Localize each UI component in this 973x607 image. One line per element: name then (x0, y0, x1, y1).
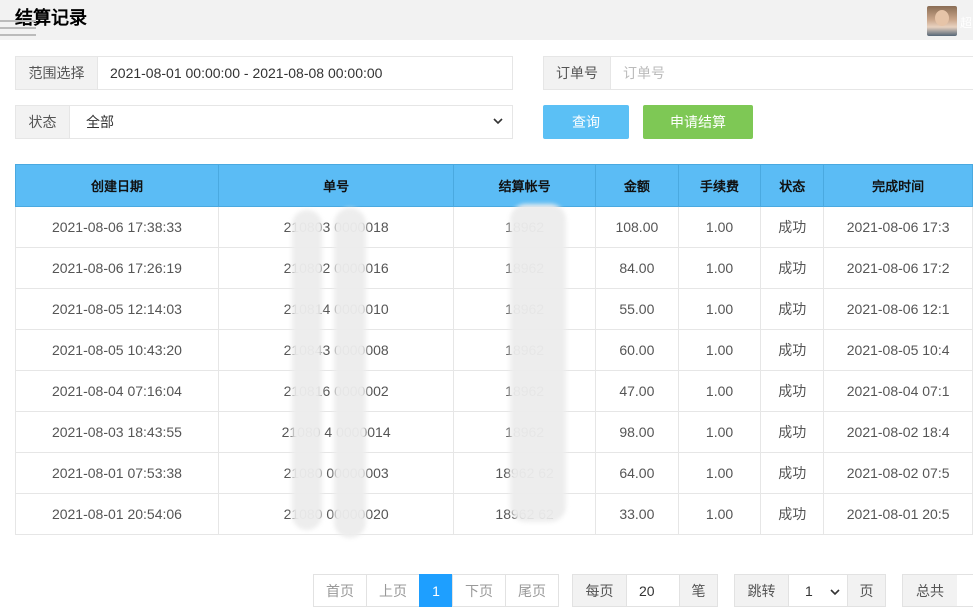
cell-fee: 1.00 (677, 288, 762, 330)
column-header-fee[interactable]: 手续费 (677, 164, 762, 207)
total-label: 总共 (903, 575, 957, 606)
table-row: 2021-08-03 18:43:55 21080 4 0000014 1896… (15, 411, 973, 453)
cell-status: 成功 (760, 411, 825, 453)
query-button[interactable]: 查询 (543, 105, 629, 139)
column-header-created[interactable]: 创建日期 (15, 164, 219, 207)
cell-status: 成功 (760, 329, 825, 371)
table-row: 2021-08-05 10:43:20 210843 0000008 18962… (15, 329, 973, 371)
cell-status: 成功 (760, 206, 825, 248)
column-header-finished[interactable]: 完成时间 (823, 164, 973, 207)
cell-created: 2021-08-05 10:43:20 (15, 329, 219, 371)
cell-finished: 2021-08-06 17:3 (823, 206, 973, 248)
order-number-input[interactable]: 订单号 (611, 63, 665, 83)
cell-status: 成功 (760, 452, 825, 494)
per-page-input[interactable]: 20 (626, 575, 680, 606)
cell-amount: 64.00 (594, 452, 679, 494)
column-header-account[interactable]: 结算帐号 (453, 164, 596, 207)
cell-amount: 108.00 (594, 206, 679, 248)
cell-status: 成功 (760, 288, 825, 330)
table-header-row: 创建日期 单号 结算帐号 金额 手续费 状态 完成时间 (15, 164, 973, 207)
cell-amount: 60.00 (594, 329, 679, 371)
cell-fee: 1.00 (677, 370, 762, 412)
cell-amount: 84.00 (594, 247, 679, 289)
jump-label: 跳转 (735, 575, 788, 606)
apply-settlement-button[interactable]: 申请结算 (643, 105, 753, 139)
cell-fee: 1.00 (677, 247, 762, 289)
chevron-down-icon (830, 589, 840, 596)
pagination: 首页 上页 1 下页 尾页 (313, 574, 559, 607)
jump-unit: 页 (848, 575, 885, 606)
cell-finished: 2021-08-01 20:5 (823, 493, 973, 535)
order-number-field[interactable]: 订单号 订单号 (543, 56, 973, 90)
table-row: 2021-08-06 17:26:19 210802 0000016 18962… (15, 247, 973, 289)
cell-finished: 2021-08-02 07:5 (823, 452, 973, 494)
cell-created: 2021-08-05 12:14:03 (15, 288, 219, 330)
cell-created: 2021-08-03 18:43:55 (15, 411, 219, 453)
status-label: 状态 (16, 106, 70, 138)
avatar[interactable] (927, 6, 957, 36)
cell-fee: 1.00 (677, 493, 762, 535)
cell-created: 2021-08-06 17:38:33 (15, 206, 219, 248)
cell-created: 2021-08-01 07:53:38 (15, 452, 219, 494)
date-range-input[interactable]: 2021-08-01 00:00:00 - 2021-08-08 00:00:0… (98, 65, 382, 81)
cell-status: 成功 (760, 370, 825, 412)
cell-status: 成功 (760, 493, 825, 535)
table-row: 2021-08-01 20:54:06 21080 00000020 18962… (15, 493, 973, 535)
cell-finished: 2021-08-05 10:4 (823, 329, 973, 371)
cell-created: 2021-08-01 20:54:06 (15, 493, 219, 535)
cell-finished: 2021-08-02 18:4 (823, 411, 973, 453)
total-group: 总共 (902, 574, 973, 607)
next-page-button[interactable]: 下页 (452, 574, 506, 607)
first-page-button[interactable]: 首页 (313, 574, 367, 607)
cell-status: 成功 (760, 247, 825, 289)
cell-amount: 55.00 (594, 288, 679, 330)
cell-fee: 1.00 (677, 206, 762, 248)
jump-page-group: 跳转 1 页 (734, 574, 886, 607)
per-page-unit: 笔 (680, 575, 717, 606)
status-selected-value: 全部 (86, 114, 114, 130)
cell-amount: 33.00 (594, 493, 679, 535)
cell-amount: 98.00 (594, 411, 679, 453)
cell-fee: 1.00 (677, 329, 762, 371)
chevron-down-icon (493, 118, 503, 125)
jump-page-select[interactable]: 1 (788, 575, 848, 606)
cell-fee: 1.00 (677, 452, 762, 494)
date-range-field[interactable]: 范围选择 2021-08-01 00:00:00 - 2021-08-08 00… (15, 56, 513, 90)
column-header-amount[interactable]: 金额 (594, 164, 679, 207)
cell-fee: 1.00 (677, 411, 762, 453)
order-number-label: 订单号 (544, 57, 611, 89)
column-header-status[interactable]: 状态 (760, 164, 825, 207)
settlement-table: 创建日期 单号 结算帐号 金额 手续费 状态 完成时间 2021-08-06 1… (15, 164, 973, 535)
cell-created: 2021-08-06 17:26:19 (15, 247, 219, 289)
cell-amount: 47.00 (594, 370, 679, 412)
menu-icon[interactable] (0, 20, 36, 42)
redaction-blur (292, 210, 322, 530)
jump-page-value: 1 (805, 582, 813, 599)
cell-finished: 2021-08-06 12:1 (823, 288, 973, 330)
table-row: 2021-08-05 12:14:03 210814 0000010 18962… (15, 288, 973, 330)
per-page-group: 每页 20 笔 (572, 574, 718, 607)
last-page-button[interactable]: 尾页 (505, 574, 559, 607)
status-select[interactable]: 状态 全部 (15, 105, 513, 139)
user-name[interactable]: 超 (960, 14, 972, 31)
date-range-label: 范围选择 (16, 57, 98, 89)
table-row: 2021-08-04 07:16:04 210816 0000002 18962… (15, 370, 973, 412)
column-header-order[interactable]: 单号 (217, 164, 455, 207)
table-row: 2021-08-06 17:38:33 210803 0000018 18962… (15, 206, 973, 248)
cell-created: 2021-08-04 07:16:04 (15, 370, 219, 412)
redaction-blur (334, 208, 366, 538)
page-1-button[interactable]: 1 (419, 574, 453, 607)
redaction-blur (510, 204, 566, 522)
top-bar (0, 0, 973, 40)
cell-finished: 2021-08-04 07:1 (823, 370, 973, 412)
cell-finished: 2021-08-06 17:2 (823, 247, 973, 289)
table-row: 2021-08-01 07:53:38 21080 00000003 18962… (15, 452, 973, 494)
per-page-label: 每页 (573, 575, 626, 606)
prev-page-button[interactable]: 上页 (366, 574, 420, 607)
